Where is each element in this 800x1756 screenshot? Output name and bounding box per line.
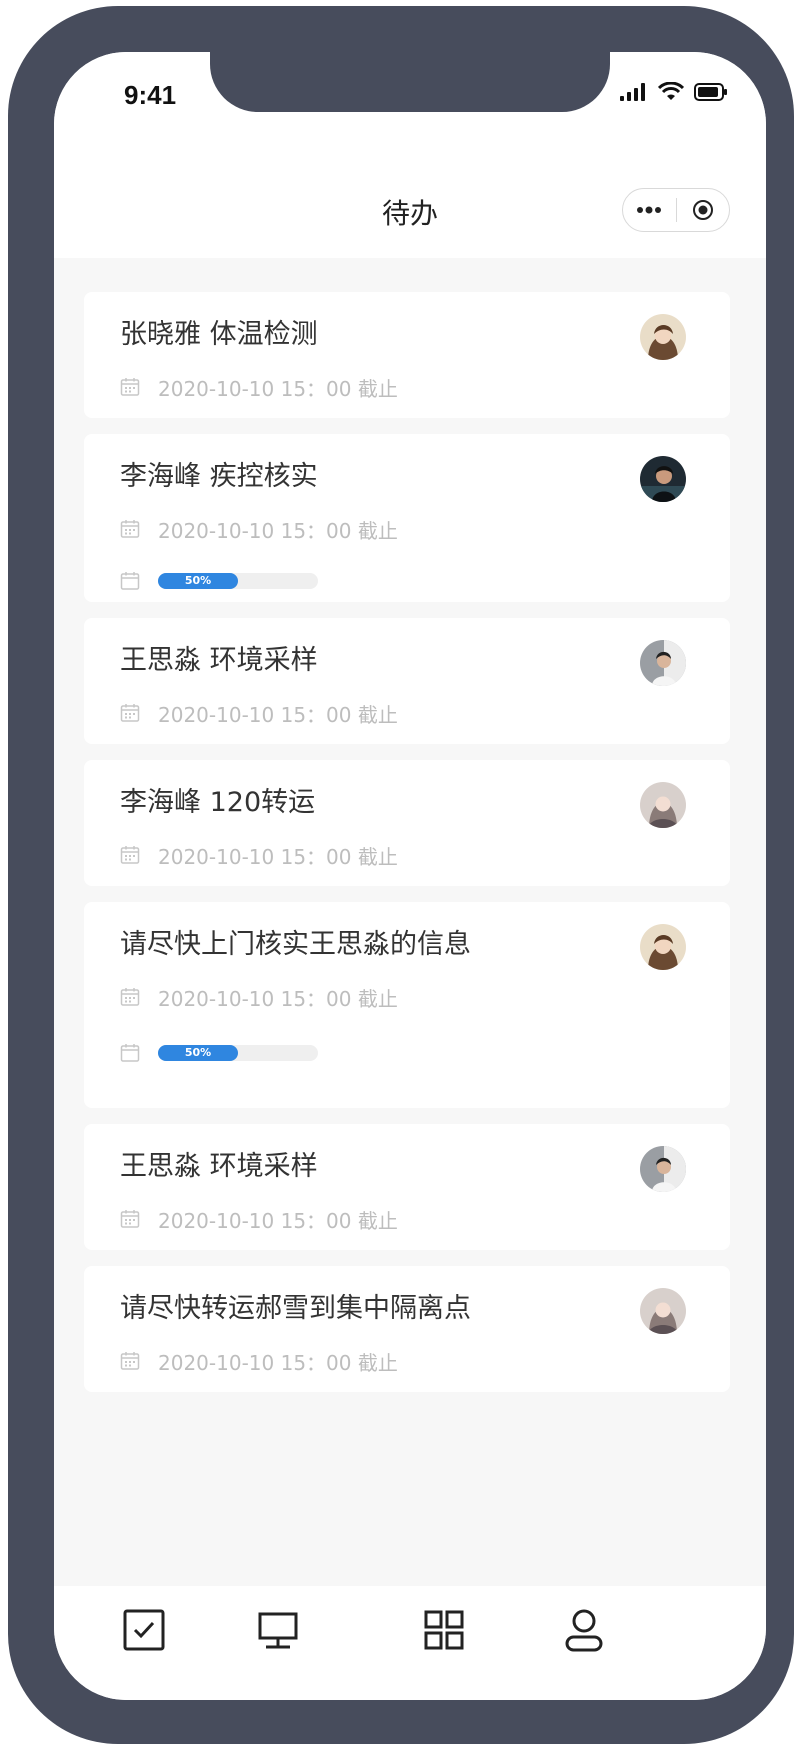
todo-title: 李海峰 120转运 [120, 787, 316, 818]
tab-bar [54, 1586, 766, 1700]
deadline-row: 2020-10-10 15：00 截止 [120, 838, 694, 872]
avatar [640, 782, 686, 828]
status-time: 9:41 [124, 80, 177, 110]
close-button[interactable] [677, 189, 730, 231]
screen: 9:41 待办 张晓雅 体温检测 2020-10-10 15：00 截止 李海峰… [54, 52, 766, 1700]
todo-title: 请尽快上门核实王思淼的信息 [120, 929, 471, 960]
calendar-icon [120, 846, 140, 864]
progress-fill: 50% [158, 1045, 238, 1061]
calendar-icon [120, 1044, 140, 1062]
calendar-icon [120, 378, 140, 396]
tab-apps[interactable] [420, 1606, 468, 1654]
user-profile-icon [565, 1609, 603, 1652]
navigation-bar: 待办 [54, 162, 766, 258]
deadline-text: 2020-10-10 15：00 截止 [158, 1208, 398, 1233]
todo-list: 张晓雅 体温检测 2020-10-10 15：00 截止 李海峰 疾控核实 20… [84, 292, 730, 1408]
status-icons [620, 82, 728, 102]
todo-card[interactable]: 王思淼 环境采样 2020-10-10 15：00 截止 [84, 618, 730, 744]
todo-title: 李海峰 疾控核实 [120, 461, 318, 492]
tab-workbench[interactable] [254, 1606, 302, 1654]
deadline-text: 2020-10-10 15：00 截止 [158, 1350, 398, 1375]
tab-todo[interactable] [120, 1606, 168, 1654]
deadline-row: 2020-10-10 15：00 截止 [120, 696, 694, 730]
todo-card[interactable]: 王思淼 环境采样 2020-10-10 15：00 截止 [84, 1124, 730, 1250]
deadline-row: 2020-10-10 15：00 截止 [120, 980, 694, 1014]
avatar [640, 924, 686, 970]
progress-fill: 50% [158, 573, 238, 589]
close-target-icon [692, 200, 713, 220]
tab-profile[interactable] [560, 1606, 608, 1654]
computer-icon [258, 1612, 298, 1649]
signal-icon [620, 83, 645, 101]
avatar [640, 456, 686, 502]
calendar-icon [120, 520, 140, 538]
todo-card[interactable]: 李海峰 120转运 2020-10-10 15：00 截止 [84, 760, 730, 886]
deadline-text: 2020-10-10 15：00 截止 [158, 702, 398, 727]
phone-frame: 9:41 待办 张晓雅 体温检测 2020-10-10 15：00 截止 李海峰… [8, 6, 794, 1744]
todo-card[interactable]: 李海峰 疾控核实 2020-10-10 15：00 截止 50% [84, 434, 730, 602]
todo-card[interactable]: 张晓雅 体温检测 2020-10-10 15：00 截止 [84, 292, 730, 418]
deadline-text: 2020-10-10 15：00 截止 [158, 844, 398, 869]
deadline-text: 2020-10-10 15：00 截止 [158, 518, 398, 543]
more-button[interactable] [623, 189, 676, 231]
todo-title: 王思淼 环境采样 [120, 1151, 318, 1182]
todo-card[interactable]: 请尽快转运郝雪到集中隔离点 2020-10-10 15：00 截止 [84, 1266, 730, 1392]
wifi-icon [658, 82, 684, 100]
deadline-row: 2020-10-10 15：00 截止 [120, 512, 694, 546]
todo-check-icon [123, 1609, 165, 1651]
progress-bar: 50% [158, 573, 318, 589]
progress-row: 50% [120, 1036, 694, 1070]
deadline-row: 2020-10-10 15：00 截止 [120, 370, 694, 404]
todo-card[interactable]: 请尽快上门核实王思淼的信息 2020-10-10 15：00 截止 50% [84, 902, 730, 1108]
avatar [640, 1288, 686, 1334]
todo-title: 王思淼 环境采样 [120, 645, 318, 676]
deadline-text: 2020-10-10 15：00 截止 [158, 986, 398, 1011]
progress-row: 50% [120, 564, 694, 598]
deadline-row: 2020-10-10 15：00 截止 [120, 1202, 694, 1236]
deadline-text: 2020-10-10 15：00 截止 [158, 376, 398, 401]
avatar [640, 314, 686, 360]
progress-bar: 50% [158, 1045, 318, 1061]
calendar-icon [120, 1210, 140, 1228]
grid-apps-icon [424, 1610, 464, 1650]
todo-title: 张晓雅 体温检测 [120, 319, 318, 350]
deadline-row: 2020-10-10 15：00 截止 [120, 1344, 694, 1378]
calendar-icon [120, 572, 140, 590]
mini-program-capsule [622, 188, 730, 232]
calendar-icon [120, 1352, 140, 1370]
notch [210, 52, 610, 112]
avatar [640, 640, 686, 686]
battery-icon [694, 83, 727, 101]
todo-title: 请尽快转运郝雪到集中隔离点 [120, 1293, 471, 1324]
avatar [640, 1146, 686, 1192]
more-dots-icon [637, 206, 662, 214]
calendar-icon [120, 988, 140, 1006]
calendar-icon [120, 704, 140, 722]
